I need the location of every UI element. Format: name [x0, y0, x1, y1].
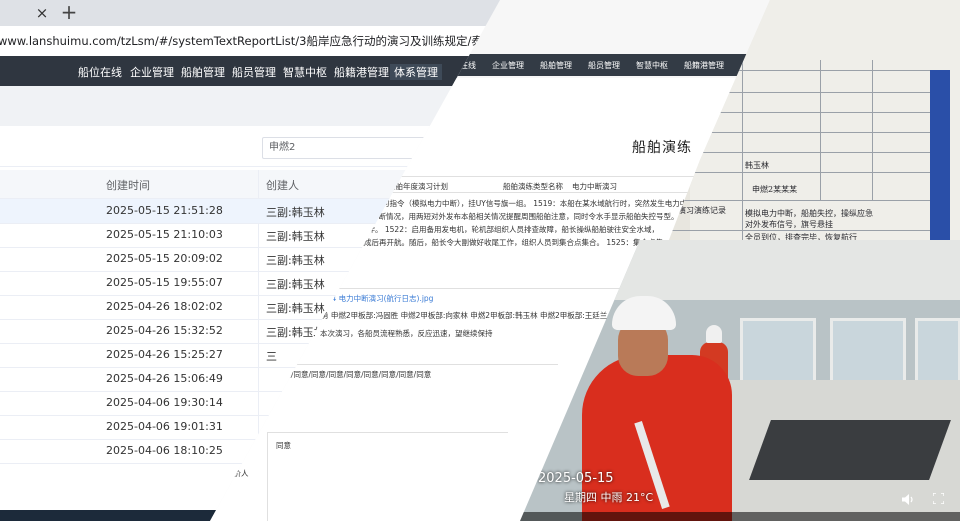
nav-item-smart-hub[interactable]: 智慧中枢 — [636, 60, 668, 71]
handwritten-entry: 申燃2某某某 — [752, 185, 798, 194]
bridge-window — [740, 318, 816, 384]
fullscreen-icon[interactable] — [932, 492, 945, 507]
handwritten-entry: 演习演练记录 — [678, 206, 726, 215]
form-line — [690, 152, 930, 153]
label-drill-type-name: 船舶演练类型名称 — [503, 182, 563, 191]
form-line — [700, 112, 930, 113]
form-line — [700, 132, 930, 133]
cell-created-time: 2025-05-15 20:09:02 — [106, 252, 223, 265]
nav-item-system-management[interactable]: 体系管理 — [390, 64, 442, 80]
participants-list: 三副:尹勇 申燃2甲板部:冯固胜 申燃2甲板部:向家林 申燃2甲板部:韩玉林 申… — [296, 311, 637, 320]
new-tab-icon[interactable]: + — [58, 1, 80, 23]
bridge-window — [830, 318, 906, 384]
cell-creator: 三副:韩玉林 — [266, 254, 325, 267]
cell-creator: 三副:韩玉林 — [266, 302, 325, 315]
cell-creator: 三副:韩玉林 — [266, 278, 325, 291]
form-line — [672, 230, 930, 231]
label-column-divider — [267, 432, 268, 521]
form-column-line — [820, 60, 821, 200]
console-panel — [749, 420, 951, 480]
drill-narrative-line: 本船电力中断情况，用两短对外发布本船相关情况提醒周围船舶注意，同时令水手显示船舶… — [341, 212, 679, 221]
nav-item-ship-management[interactable]: 船舶管理 — [540, 60, 572, 71]
close-tab-icon[interactable]: × — [32, 3, 52, 23]
nav-item-ship-position[interactable]: 船位在线 — [78, 64, 122, 80]
cell-creator: 三副:韩玉林 — [266, 206, 325, 219]
handwritten-entry: 对外发布信号，旗号悬挂 — [745, 220, 833, 229]
cell-created-time: 2025-05-15 19:55:07 — [106, 276, 223, 289]
form-line — [676, 200, 930, 201]
ship-filter-input[interactable]: 申燃2 — [262, 137, 440, 159]
crew-member-1-helmet — [612, 296, 676, 330]
drill-narrative-line: 下达了演习指令（模拟电力中断），挂UY信号旗一组。 1519：本船在某水域航行时… — [352, 199, 688, 208]
video-weather-stamp: 星期四 中雨 21°C — [564, 491, 654, 504]
value-drill-type: 电力中断演习 — [572, 182, 617, 191]
bridge-window — [915, 318, 960, 384]
blue-binder — [930, 70, 950, 245]
cell-created-time: 2025-04-06 18:10:25 — [106, 444, 223, 457]
cell-created-time: 2025-04-26 18:02:02 — [106, 300, 223, 313]
detail-divider — [268, 364, 558, 365]
nav-item-port-registry[interactable]: 船籍港管理 — [334, 64, 389, 80]
drill-narrative-line: 修，待检修完成后再开航。随后，船长令大副做好收尾工作，组织人员到集合点集合。 1… — [319, 238, 663, 247]
cell-created-time: 2025-04-26 15:32:52 — [106, 324, 223, 337]
form-line — [700, 92, 930, 93]
nav-item-smart-hub[interactable]: 智慧中枢 — [283, 64, 327, 80]
cell-created-time: 2025-05-15 21:51:28 — [106, 204, 223, 217]
form-line — [690, 172, 930, 173]
detail-title: 船舶演练 — [632, 140, 692, 156]
nav-item-port-registry[interactable]: 船籍港管理 — [684, 60, 724, 71]
nav-item-ship-management[interactable]: 船舶管理 — [181, 64, 225, 80]
column-header-created-time[interactable]: 创建时间 — [106, 177, 150, 193]
crew-member-2-helmet — [706, 325, 722, 343]
detail-divider — [268, 432, 508, 433]
nav-item-crew-management[interactable]: 船员管理 — [232, 64, 276, 80]
cell-created-time: 2025-04-06 19:01:31 — [106, 420, 223, 433]
cell-created-time: 2025-05-15 21:10:03 — [106, 228, 223, 241]
cell-creator: 三副:韩玉林 — [266, 230, 325, 243]
handwritten-name: 韩玉林 — [745, 161, 769, 170]
form-column-line — [742, 60, 743, 245]
cell-created-time: 2025-04-06 19:30:14 — [106, 396, 223, 409]
cell-created-time: 2025-04-26 15:06:49 — [106, 372, 223, 385]
nav-item-crew-management[interactable]: 船员管理 — [588, 60, 620, 71]
form-column-line — [872, 60, 873, 200]
approval-list: 同意/同意/同意/同意/同意/同意/同意/同意/同意 — [276, 370, 432, 379]
nav-item-enterprise[interactable]: 企业管理 — [492, 60, 524, 71]
volume-icon[interactable] — [902, 494, 914, 508]
video-control-bar[interactable] — [520, 512, 960, 521]
cell-creator: 三 — [266, 350, 277, 363]
nav-item-enterprise[interactable]: 企业管理 — [130, 64, 174, 80]
video-date-stamp: 2025-05-15 — [538, 471, 614, 486]
column-header-creator[interactable]: 创建人 — [266, 177, 299, 193]
handwritten-entry: 模拟电力中断，船舶失控，操纵应急 — [745, 209, 873, 218]
evaluation-summary: 总评价：本次演习，各船员流程熟悉，反应迅速，望继续保持 — [290, 329, 493, 338]
drill-narrative-line: 前往机舱协作。 1522：启用备用发电机，轮机部组织人员排查故障，船长操纵船舶驶… — [330, 225, 659, 234]
approval-value: 同意 — [276, 441, 291, 450]
cell-created-time: 2025-04-26 15:25:27 — [106, 348, 223, 361]
